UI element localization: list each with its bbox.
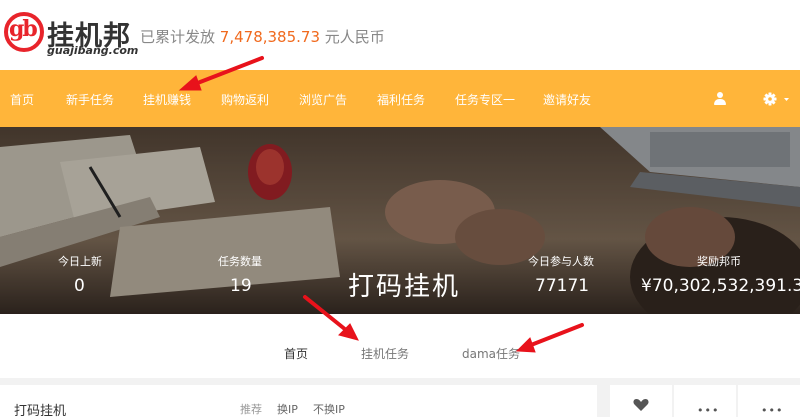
more-icon: ••• xyxy=(697,404,720,417)
nav-item-home[interactable]: 首页 xyxy=(10,91,34,108)
stat-value-reward-coins: ¥70,302,532,391.35 xyxy=(641,276,800,296)
site-header: gb 挂机邦 guajibang.com 已累计发放 7,478,385.73 … xyxy=(0,0,800,70)
tab-dama-tasks[interactable]: dama任务 xyxy=(462,345,520,362)
page: gb 挂机邦 guajibang.com 已累计发放 7,478,385.73 … xyxy=(0,0,800,417)
task-tag-recommended[interactable]: 推荐 xyxy=(240,401,262,417)
user-icon-body xyxy=(714,99,726,105)
nav-item-invite-friends[interactable]: 邀请好友 xyxy=(543,91,591,108)
nav-item-shopping-rebate[interactable]: 购物返利 xyxy=(221,91,269,108)
arrow-to-tab-dama-tasks xyxy=(529,323,584,347)
stat-label-task-count: 任务数量 xyxy=(218,255,262,268)
more-icon: ••• xyxy=(761,404,784,417)
task-card[interactable] xyxy=(0,385,597,417)
payout-prefix: 已累计发放 xyxy=(140,28,216,46)
stat-label-participants-today: 今日参与人数 xyxy=(528,255,594,268)
tab-home[interactable]: 首页 xyxy=(284,345,308,362)
nav-item-hang-earn[interactable]: 挂机赚钱 xyxy=(143,91,191,108)
heart-icon xyxy=(633,399,649,411)
stat-value-participants-today: 77171 xyxy=(535,276,590,296)
nav-item-browse-ads[interactable]: 浏览广告 xyxy=(299,91,347,108)
banner-title: 打码挂机 xyxy=(348,272,461,302)
tab-hang-tasks[interactable]: 挂机任务 xyxy=(361,345,409,362)
logo-domain: guajibang.com xyxy=(47,44,139,57)
stat-value-task-count: 19 xyxy=(230,276,252,296)
gear-icon[interactable] xyxy=(762,91,790,107)
stat-label-new-today: 今日上新 xyxy=(58,255,102,268)
task-tag-change-ip[interactable]: 换IP xyxy=(277,401,298,417)
chevron-down-icon xyxy=(784,98,789,101)
nav-item-newbie-tasks[interactable]: 新手任务 xyxy=(66,91,114,108)
payout-amount: 7,478,385.73 xyxy=(219,28,320,46)
user-icon-head xyxy=(717,92,723,98)
task-title[interactable]: 打码挂机 xyxy=(14,400,66,417)
user-icon[interactable] xyxy=(714,92,726,106)
stat-label-reward-coins: 奖励邦币 xyxy=(697,255,741,268)
nav-item-task-zone[interactable]: 任务专区一 xyxy=(455,91,515,108)
task-tag-no-change-ip[interactable]: 不换IP xyxy=(313,401,345,417)
logo-initials: gb xyxy=(9,16,38,42)
nav-item-welfare-tasks[interactable]: 福利任务 xyxy=(377,91,425,108)
payout-suffix: 元人民币 xyxy=(324,28,385,46)
payout-summary: 已累计发放 7,478,385.73 元人民币 xyxy=(140,26,385,47)
stat-value-new-today: 0 xyxy=(74,276,85,296)
